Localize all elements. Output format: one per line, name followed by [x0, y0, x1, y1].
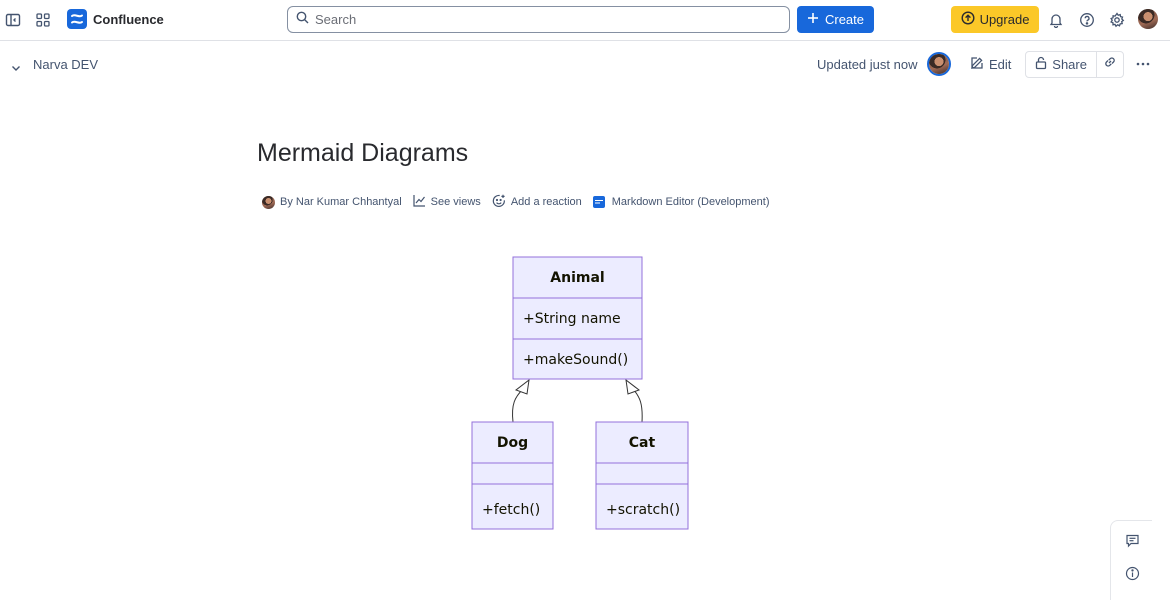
confluence-logo-icon [67, 9, 87, 29]
app-name: Confluence [93, 11, 164, 27]
space-breadcrumb[interactable]: Narva DEV [33, 57, 98, 72]
class-diagram-svg: Animal +String name +makeSound() Dog +fe… [471, 256, 689, 530]
upgrade-button[interactable]: Upgrade [951, 6, 1039, 33]
author-name: By Nar Kumar Chhantyal [280, 196, 402, 208]
class-method: +makeSound() [523, 352, 628, 368]
markdown-app-icon [592, 196, 605, 208]
upgrade-arrow-icon [961, 11, 975, 28]
search-box[interactable] [287, 6, 790, 33]
share-group: Share [1025, 51, 1124, 78]
author-avatar[interactable] [927, 52, 951, 76]
create-button[interactable]: Create [797, 6, 874, 33]
pencil-icon [970, 56, 984, 73]
avatar-image [1138, 9, 1158, 29]
user-avatar[interactable] [1138, 9, 1158, 29]
page-title: Mermaid Diagrams [257, 139, 469, 167]
mermaid-class-diagram: Animal +String name +makeSound() Dog +fe… [460, 250, 700, 540]
avatar-image [929, 54, 949, 74]
app-name-label: Markdown Editor (Development) [611, 196, 770, 208]
edge-cat-animal [632, 388, 643, 423]
class-method: +fetch() [482, 502, 540, 518]
gear-icon[interactable] [1105, 8, 1129, 32]
updated-status: Updated just now [817, 57, 918, 72]
confluence-logo[interactable]: Confluence [67, 9, 164, 29]
edit-label: Edit [989, 57, 1012, 72]
plus-icon [807, 12, 819, 27]
copy-link-button[interactable] [1097, 52, 1123, 77]
info-icon[interactable] [1122, 563, 1142, 583]
top-navigation: Confluence Create Upgrade [0, 0, 1170, 41]
app-switcher-icon[interactable] [31, 8, 55, 32]
class-name: Animal [550, 270, 604, 286]
class-attribute: +String name [523, 311, 621, 327]
upgrade-label: Upgrade [979, 12, 1030, 27]
lock-icon [1035, 56, 1047, 73]
class-node-animal[interactable]: Animal +String name +makeSound() [512, 256, 643, 380]
inheritance-arrow [625, 378, 641, 395]
add-reaction-label: Add a reaction [510, 196, 582, 208]
create-label: Create [824, 12, 865, 27]
help-icon[interactable] [1075, 8, 1099, 32]
emoji-add-icon [492, 194, 506, 211]
app-attribution: Markdown Editor (Development) [592, 196, 770, 208]
more-actions-icon[interactable] [1131, 52, 1155, 76]
comments-icon[interactable] [1122, 530, 1142, 550]
analytics-icon [413, 194, 426, 210]
search-input[interactable] [315, 12, 775, 27]
search-icon [296, 11, 309, 29]
bell-icon[interactable] [1044, 8, 1068, 32]
chevron-down-icon[interactable] [4, 56, 28, 80]
edit-button[interactable]: Edit [966, 52, 1016, 77]
author-mini-avatar [262, 195, 275, 209]
class-node-dog[interactable]: Dog +fetch() [471, 421, 554, 530]
author-byline[interactable]: By Nar Kumar Chhantyal [262, 195, 402, 209]
right-rail [1110, 520, 1152, 600]
class-node-cat[interactable]: Cat +scratch() [595, 421, 689, 530]
edge-dog-animal [512, 388, 524, 423]
inheritance-arrow [514, 378, 530, 395]
class-method: +scratch() [606, 502, 680, 518]
share-button[interactable]: Share [1026, 52, 1098, 77]
class-name: Dog [497, 435, 528, 451]
class-name: Cat [629, 435, 656, 451]
see-views-label: See views [430, 196, 481, 208]
share-label: Share [1052, 57, 1087, 72]
see-views-button[interactable]: See views [413, 194, 481, 210]
sidebar-toggle-icon[interactable] [1, 8, 25, 32]
add-reaction-button[interactable]: Add a reaction [492, 194, 582, 211]
link-icon [1103, 55, 1117, 74]
byline: By Nar Kumar Chhantyal See views Add a r… [262, 194, 780, 210]
